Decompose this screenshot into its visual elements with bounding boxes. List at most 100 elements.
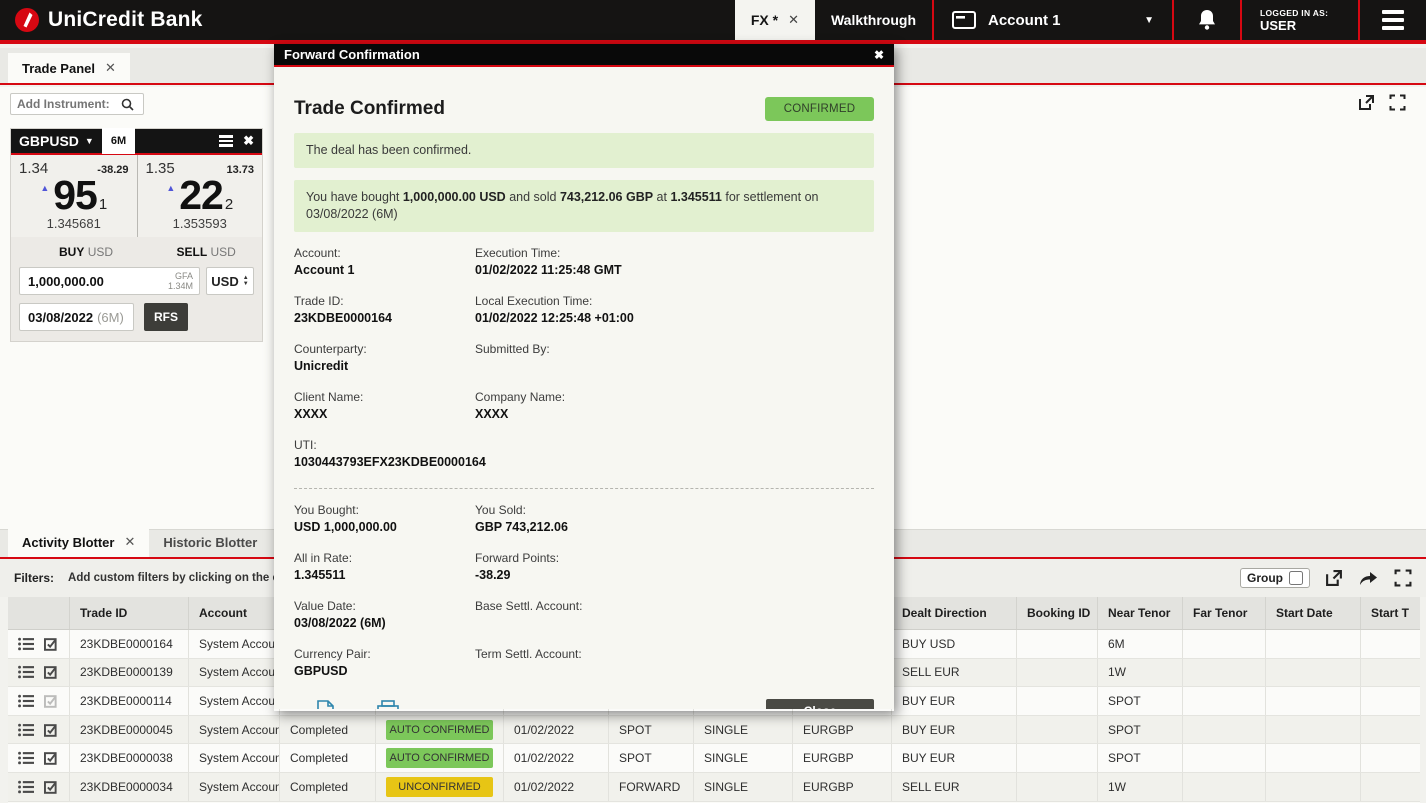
buy-forward-points: -38.29: [97, 164, 128, 176]
main-menu-button[interactable]: [1360, 0, 1426, 40]
popout-icon[interactable]: [1325, 569, 1343, 587]
table-cell: 6M: [1098, 630, 1183, 658]
table-cell: Completed: [280, 744, 376, 772]
widget-close-icon[interactable]: ✖: [241, 133, 262, 149]
table-row[interactable]: 23KDBE0000038System AccountCompletedAUTO…: [8, 744, 1420, 773]
add-instrument-input[interactable]: [17, 97, 117, 111]
modal-body: Trade Confirmed CONFIRMED The deal has b…: [274, 67, 894, 709]
table-cell: SINGLE: [694, 773, 793, 801]
buy-price-tile[interactable]: 1.34 -38.29 ▲ 95 1 1.345681: [11, 155, 137, 237]
tab-walkthrough[interactable]: Walkthrough: [815, 0, 932, 40]
table-cell: System Account: [189, 716, 280, 744]
popout-icon[interactable]: [1358, 94, 1375, 111]
share-icon[interactable]: [1358, 569, 1379, 587]
column-header[interactable]: Near Tenor: [1098, 597, 1183, 629]
notifications-button[interactable]: [1174, 0, 1240, 40]
group-label: Group: [1247, 571, 1283, 585]
widget-tenor-tab[interactable]: 6M: [102, 128, 135, 154]
stepper-icon: ▲▼: [243, 275, 249, 287]
modal-field: All in Rate:1.345511: [294, 551, 475, 582]
field-value: XXXX: [475, 407, 864, 421]
column-header[interactable]: Trade ID: [70, 597, 189, 629]
row-menu-icon[interactable]: [18, 780, 34, 794]
table-cell: 1W: [1098, 659, 1183, 687]
field-label: All in Rate:: [294, 551, 465, 565]
confirm-check-icon[interactable]: [44, 723, 59, 737]
tab-activity-blotter-close-icon[interactable]: ✕: [124, 534, 135, 550]
table-cell: 01/02/2022: [504, 744, 609, 772]
currency-select[interactable]: USD ▲▼: [206, 267, 254, 295]
table-cell: System Account: [189, 659, 280, 687]
confirm-check-icon[interactable]: [44, 637, 59, 651]
column-header[interactable]: Start Date: [1266, 597, 1361, 629]
field-value: 01/02/2022 11:25:48 GMT: [475, 263, 864, 277]
confirm-check-icon[interactable]: [44, 694, 59, 708]
row-menu-icon[interactable]: [18, 751, 34, 765]
account-selector[interactable]: Account 1 ▼: [934, 0, 1172, 40]
field-label: You Sold:: [475, 503, 864, 517]
group-toggle[interactable]: Group: [1240, 568, 1310, 588]
tab-trade-panel-close-icon[interactable]: ✕: [105, 60, 116, 76]
modal-close-icon[interactable]: ✖: [874, 48, 884, 62]
logged-in-label: LOGGED IN AS:: [1260, 8, 1340, 18]
fullscreen-icon[interactable]: [1394, 569, 1412, 587]
confirm-check-icon[interactable]: [44, 751, 59, 765]
trade-panel-actions: [1358, 94, 1406, 111]
buy-big-figure: 1.34: [19, 160, 48, 177]
document-icon[interactable]: [316, 700, 335, 709]
field-label: Local Execution Time:: [475, 294, 864, 308]
modal-field: Term Settl. Account:: [475, 647, 874, 678]
row-menu-icon[interactable]: [18, 723, 34, 737]
table-cell: 23KDBE0000114: [70, 687, 189, 715]
chevron-down-icon[interactable]: ▼: [85, 136, 94, 146]
table-cell: [1361, 630, 1420, 658]
print-icon[interactable]: [377, 700, 399, 709]
status-badge: UNCONFIRMED: [386, 777, 493, 797]
value-date-input[interactable]: 03/08/2022 (6M): [19, 303, 134, 331]
column-header[interactable]: Far Tenor: [1183, 597, 1266, 629]
widget-menu-icon[interactable]: [211, 135, 241, 147]
field-label: Submitted By:: [475, 342, 864, 356]
field-label: Account:: [294, 246, 465, 260]
table-row[interactable]: 23KDBE0000034System AccountCompletedUNCO…: [8, 773, 1420, 802]
group-checkbox[interactable]: [1289, 571, 1303, 585]
tab-trade-panel[interactable]: Trade Panel ✕: [8, 53, 130, 83]
table-cell: EURGBP: [793, 716, 892, 744]
amount-box[interactable]: GFA 1.34M: [19, 267, 200, 295]
table-cell: 23KDBE0000045: [70, 716, 189, 744]
column-header[interactable]: [8, 597, 70, 629]
deal-confirmed-notice: The deal has been confirmed.: [294, 133, 874, 168]
table-row[interactable]: 23KDBE0000045System AccountCompletedAUTO…: [8, 716, 1420, 745]
modal-heading: Trade Confirmed: [294, 98, 445, 120]
table-cell: [1266, 716, 1361, 744]
tab-activity-blotter[interactable]: Activity Blotter ✕: [8, 527, 149, 557]
rfs-button[interactable]: RFS: [144, 303, 188, 331]
table-cell: [1183, 744, 1266, 772]
row-menu-icon[interactable]: [18, 694, 34, 708]
status-badge: AUTO CONFIRMED: [386, 748, 493, 768]
tab-historic-blotter[interactable]: Historic Blotter: [149, 528, 271, 557]
search-icon: [121, 98, 134, 111]
add-instrument-box[interactable]: [10, 93, 144, 115]
column-header[interactable]: Account: [189, 597, 280, 629]
tab-fx[interactable]: FX * ✕: [735, 0, 815, 40]
column-header[interactable]: Start T: [1361, 597, 1420, 629]
row-menu-icon[interactable]: [18, 637, 34, 651]
confirm-check-icon[interactable]: [44, 665, 59, 679]
tab-fx-close-icon[interactable]: ✕: [788, 12, 799, 28]
field-label: Value Date:: [294, 599, 465, 613]
row-menu-icon[interactable]: [18, 665, 34, 679]
confirm-check-icon[interactable]: [44, 780, 59, 794]
amount-input[interactable]: [20, 268, 140, 294]
table-cell: [1017, 744, 1098, 772]
column-header[interactable]: Dealt Direction: [892, 597, 1017, 629]
close-button[interactable]: Close: [766, 699, 874, 709]
table-cell: [1361, 744, 1420, 772]
table-cell: [1183, 716, 1266, 744]
sell-price-tile[interactable]: 1.35 13.73 ▲ 22 2 1.353593: [137, 155, 263, 237]
fullscreen-icon[interactable]: [1389, 94, 1406, 111]
widget-pair-dropdown[interactable]: GBPUSD: [19, 133, 79, 149]
column-header[interactable]: Booking ID: [1017, 597, 1098, 629]
summary-segment: 1.345511: [670, 190, 721, 204]
sell-all-in-rate: 1.353593: [146, 216, 255, 231]
